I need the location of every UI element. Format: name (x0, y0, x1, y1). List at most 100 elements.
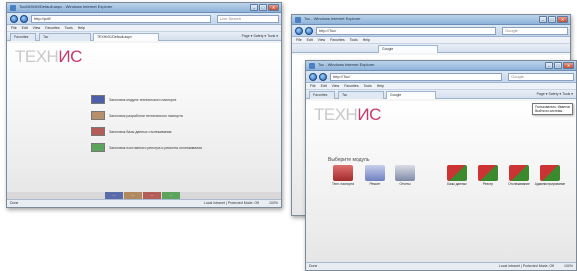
module-icon-label: Техн. паспорта (331, 182, 355, 186)
stack-icon (365, 165, 385, 181)
close-button[interactable]: ✕ (268, 4, 279, 11)
minimize-button[interactable]: – (250, 4, 258, 11)
menu-favorites[interactable]: Favorites (45, 25, 59, 31)
title-bar: Ткс - Windows Internet Explorer – □ ✕ (292, 15, 570, 25)
window-title: Ткс/ИИ/ИИ/Default.aspx - Windows Interne… (19, 4, 113, 9)
tab-bar: Favorites Ткс ТЕХНИС/Default.aspx Page ▾… (7, 32, 281, 41)
address-bar[interactable]: http://Ткс/ (330, 73, 502, 81)
menu-edit[interactable]: Edit (22, 25, 28, 31)
footer-button-1[interactable]: — (105, 192, 123, 199)
menu-file[interactable]: File (296, 37, 302, 43)
module-icon-database[interactable]: Базы данных (440, 165, 474, 186)
close-button[interactable]: ✕ (557, 16, 568, 23)
module-2-label: Заголовок разработки технического паспор… (109, 113, 183, 118)
module-icon-label: Администрирование (534, 182, 566, 186)
menu-help[interactable]: Help (377, 83, 384, 89)
stack-icon (395, 165, 415, 181)
page-content: ТЕХНИС Пользователь: Ивантов Выйти из си… (306, 101, 576, 262)
menu-view[interactable]: View (332, 83, 340, 89)
menu-edit[interactable]: Edit (307, 37, 313, 43)
cube-icon (540, 165, 560, 181)
cube-icon (447, 165, 467, 181)
tab-active[interactable]: Google (386, 91, 436, 99)
menu-bar: File Edit View Favorites Tools Help (306, 83, 576, 90)
tab-active[interactable]: Google (378, 45, 438, 53)
search-box[interactable]: Google (508, 73, 574, 81)
footer-button-2[interactable]: — (124, 192, 142, 199)
menu-file[interactable]: File (11, 25, 17, 31)
module-icon-label: Отслеживание (508, 182, 530, 186)
module-icon-registry[interactable]: Реестр (471, 165, 505, 186)
module-item-1[interactable]: Заголовок модуля технического паспорта (91, 95, 176, 104)
module-item-2[interactable]: Заголовок разработки технического паспор… (91, 111, 183, 120)
status-text: Done (309, 264, 318, 268)
menu-file[interactable]: File (310, 83, 316, 89)
search-box[interactable]: Live Search (217, 15, 279, 23)
user-tooltip: Пользователь: Ивантов Выйти из системы (532, 103, 573, 115)
page-content: ТЕХНИС Заголовок модуля технического пас… (7, 43, 281, 199)
module-1-icon (91, 95, 105, 104)
menu-tools[interactable]: Tools (65, 25, 73, 31)
tab-1[interactable]: Ткс (39, 33, 91, 41)
maximize-button[interactable]: □ (548, 16, 556, 23)
menu-favorites[interactable]: Favorites (330, 37, 344, 43)
command-bar[interactable]: Page ▾ Safety ▾ Tools ▾ (537, 91, 573, 98)
favorites-button[interactable]: Favorites (309, 91, 335, 99)
module-icon-repair[interactable]: Ремонт (358, 165, 392, 186)
footer-button-3[interactable]: — (143, 192, 161, 199)
section-title: Выберите модуль (328, 157, 370, 163)
maximize-button[interactable]: □ (554, 62, 562, 69)
menu-tools[interactable]: Tools (350, 37, 358, 43)
module-3-label: Заголовок базы данных отслеживания (109, 129, 172, 134)
menu-bar: File Edit View Favorites Tools Help (7, 25, 281, 32)
search-box[interactable]: Google (502, 27, 568, 35)
address-bar[interactable]: http://pdf/ (31, 15, 211, 23)
menu-edit[interactable]: Edit (321, 83, 327, 89)
footer-button-4[interactable]: — (162, 192, 180, 199)
favorites-button[interactable]: Favorites (10, 33, 36, 41)
module-icon-label: Ремонт (369, 182, 381, 186)
status-bar: Done Local intranet | Protected Mode: Of… (306, 262, 576, 270)
menu-tools[interactable]: Tools (364, 83, 372, 89)
command-bar[interactable]: Page ▾ Safety ▾ Tools ▾ (242, 33, 278, 40)
menu-favorites[interactable]: Favorites (344, 83, 358, 89)
address-bar[interactable]: http://Ткс/ (316, 27, 496, 35)
module-item-3[interactable]: Заголовок базы данных отслеживания (91, 127, 171, 136)
cube-icon (478, 165, 498, 181)
tab-active[interactable]: ТЕХНИС/Default.aspx (93, 33, 159, 41)
back-button[interactable] (309, 73, 317, 81)
module-icon-reports[interactable]: Отчеты (388, 165, 422, 186)
menu-help[interactable]: Help (78, 25, 85, 31)
module-icon-passport[interactable]: Техн. паспорта (326, 165, 360, 186)
module-icon-tracking[interactable]: Отслеживание (502, 165, 536, 186)
window-title: Ткс - Windows Internet Explorer (318, 62, 375, 67)
maximize-button[interactable]: □ (259, 4, 267, 11)
title-bar: Ткс - Windows Internet Explorer – □ ✕ (306, 61, 576, 71)
tab-bar: Google (292, 44, 570, 53)
minimize-button[interactable]: – (539, 16, 547, 23)
tab-1[interactable]: Ткс (338, 91, 384, 99)
forward-button[interactable] (20, 15, 28, 23)
ie-icon (295, 17, 301, 23)
menu-view[interactable]: View (33, 25, 41, 31)
menu-help[interactable]: Help (363, 37, 370, 43)
zoom-level[interactable]: 100% (269, 200, 278, 207)
logout-link[interactable]: Выйти из системы (535, 109, 570, 113)
close-button[interactable]: ✕ (563, 62, 574, 69)
module-item-4[interactable]: Заголовок постоянного реестра и ремонта … (91, 143, 202, 152)
forward-button[interactable] (319, 73, 327, 81)
back-button[interactable] (10, 15, 18, 23)
module-3-icon (91, 127, 105, 136)
zoom-level[interactable]: 100% (564, 263, 573, 270)
menu-bar: File Edit View Favorites Tools Help (292, 37, 570, 44)
technis-logo: ТЕХНИС (15, 47, 82, 66)
menu-view[interactable]: View (318, 37, 326, 43)
status-bar: Done Local intranet | Protected Mode: Of… (7, 199, 281, 207)
navigation-bar: http://Ткс/ Google (306, 71, 576, 83)
back-button[interactable] (295, 27, 303, 35)
minimize-button[interactable]: – (545, 62, 553, 69)
module-icon-admin[interactable]: Администрирование (533, 165, 567, 186)
window-title: Ткс - Windows Internet Explorer (304, 16, 361, 21)
forward-button[interactable] (305, 27, 313, 35)
ie-icon (309, 63, 315, 69)
